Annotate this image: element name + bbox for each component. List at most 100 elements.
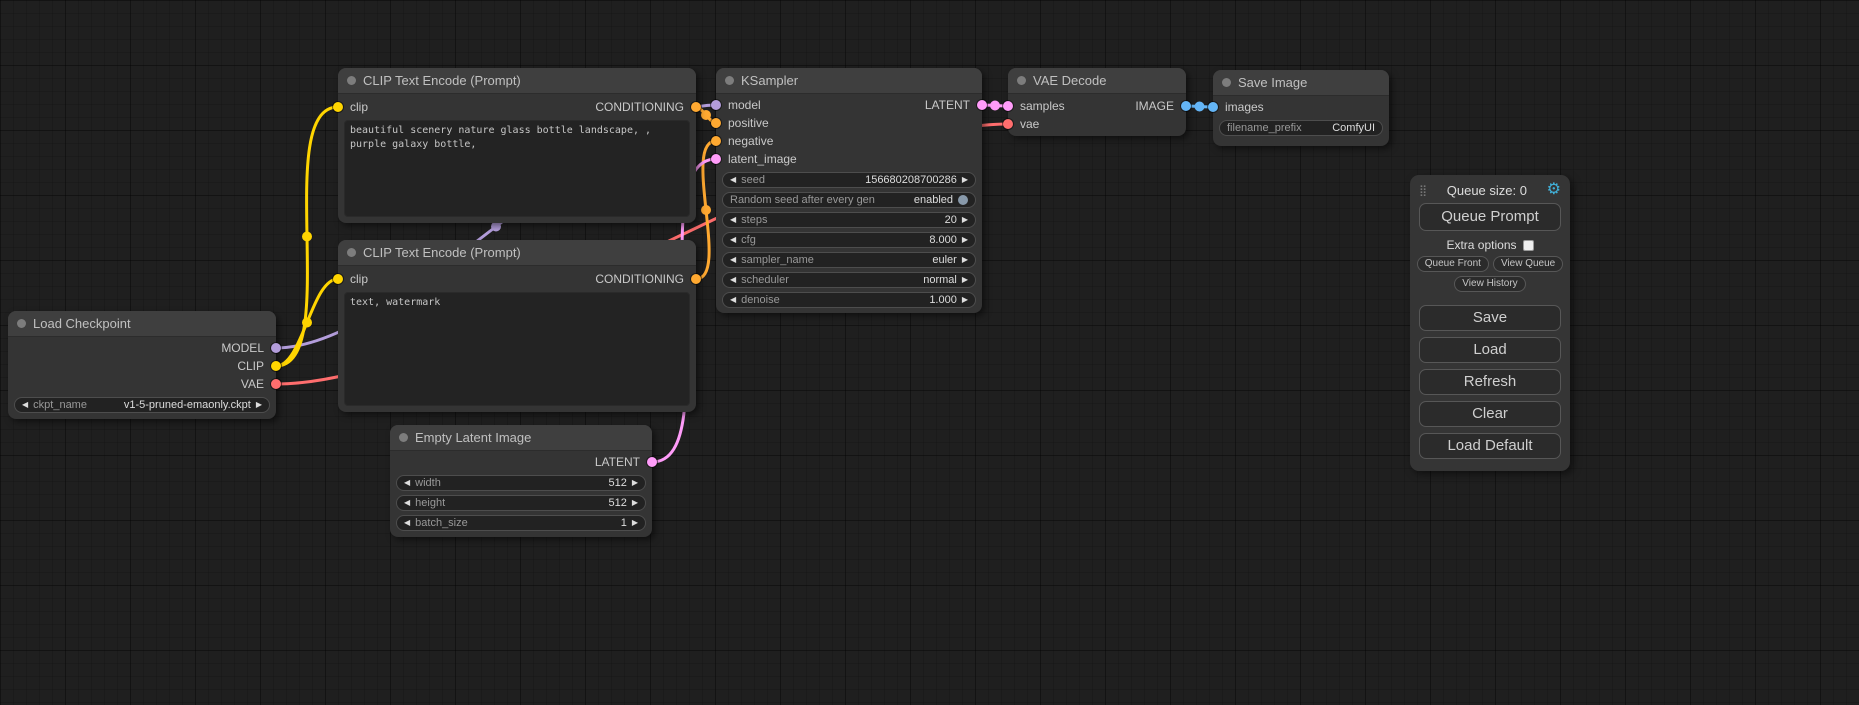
node-title-bar[interactable]: Empty Latent Image	[390, 425, 652, 451]
height-widget[interactable]: ◀ height 512 ▶	[396, 495, 646, 511]
drag-handle-icon[interactable]: ⣿	[1419, 184, 1427, 197]
negative-input-port[interactable]	[711, 136, 721, 146]
widget-label: height	[415, 497, 445, 509]
output-slot-label: LATENT	[595, 455, 640, 469]
increment-arrow-icon[interactable]: ▶	[962, 216, 968, 224]
decrement-arrow-icon[interactable]: ◀	[730, 216, 736, 224]
widget-value: 20	[772, 214, 956, 226]
cfg-widget[interactable]: ◀ cfg 8.000 ▶	[722, 232, 976, 248]
node-empty-latent-image[interactable]: Empty Latent Image LATENT ◀ width 512 ▶ …	[390, 425, 652, 537]
collapse-dot[interactable]	[1222, 78, 1231, 87]
node-save-image[interactable]: Save Image images filename_prefix ComfyU…	[1213, 70, 1389, 146]
view-history-button[interactable]: View History	[1454, 276, 1525, 292]
latent-image-input-port[interactable]	[711, 154, 721, 164]
increment-arrow-icon[interactable]: ▶	[632, 479, 638, 487]
increment-arrow-icon[interactable]: ▶	[256, 401, 262, 409]
decrement-arrow-icon[interactable]: ◀	[404, 519, 410, 527]
latent-output-port[interactable]	[647, 457, 657, 467]
node-title-bar[interactable]: CLIP Text Encode (Prompt)	[338, 68, 696, 94]
positive-input-port[interactable]	[711, 118, 721, 128]
node-load-checkpoint[interactable]: Load Checkpoint MODEL CLIP VAE ◀ ckpt_na…	[8, 311, 276, 419]
positive-prompt-textarea[interactable]: beautiful scenery nature glass bottle la…	[344, 120, 690, 217]
decrement-arrow-icon[interactable]: ◀	[730, 176, 736, 184]
sampler-name-widget[interactable]: ◀ sampler_name euler ▶	[722, 252, 976, 268]
input-slot-label: clip	[350, 100, 368, 114]
images-input-port[interactable]	[1208, 102, 1218, 112]
steps-widget[interactable]: ◀ steps 20 ▶	[722, 212, 976, 228]
node-title: VAE Decode	[1033, 73, 1106, 88]
collapse-dot[interactable]	[1017, 76, 1026, 85]
increment-arrow-icon[interactable]: ▶	[962, 256, 968, 264]
decrement-arrow-icon[interactable]: ◀	[730, 276, 736, 284]
refresh-button[interactable]: Refresh	[1419, 369, 1561, 395]
slot-row: model LATENT	[716, 96, 982, 114]
batch-size-widget[interactable]: ◀ batch_size 1 ▶	[396, 515, 646, 531]
settings-gear-icon[interactable]: ⚙	[1547, 182, 1561, 198]
ckpt-name-widget[interactable]: ◀ ckpt_name v1-5-pruned-emaonly.ckpt ▶	[14, 397, 270, 413]
decrement-arrow-icon[interactable]: ◀	[404, 479, 410, 487]
load-button[interactable]: Load	[1419, 337, 1561, 363]
increment-arrow-icon[interactable]: ▶	[632, 519, 638, 527]
increment-arrow-icon[interactable]: ▶	[962, 276, 968, 284]
conditioning-output-port[interactable]	[691, 102, 701, 112]
collapse-dot[interactable]	[347, 248, 356, 257]
denoise-widget[interactable]: ◀ denoise 1.000 ▶	[722, 292, 976, 308]
decrement-arrow-icon[interactable]: ◀	[22, 401, 28, 409]
widget-label: steps	[741, 214, 767, 226]
extra-options-checkbox[interactable]	[1523, 240, 1534, 251]
output-slot-label: CONDITIONING	[595, 100, 684, 114]
load-default-button[interactable]: Load Default	[1419, 433, 1561, 459]
graph-canvas[interactable]: Load Checkpoint MODEL CLIP VAE ◀ ckpt_na…	[0, 0, 1859, 705]
decrement-arrow-icon[interactable]: ◀	[404, 499, 410, 507]
filename-prefix-widget[interactable]: filename_prefix ComfyUI	[1219, 120, 1383, 136]
width-widget[interactable]: ◀ width 512 ▶	[396, 475, 646, 491]
queue-prompt-button[interactable]: Queue Prompt	[1419, 203, 1561, 231]
node-ksampler[interactable]: KSampler model LATENT positive negative …	[716, 68, 982, 313]
collapse-dot[interactable]	[725, 76, 734, 85]
vae-input-port[interactable]	[1003, 119, 1013, 129]
image-output-port[interactable]	[1181, 101, 1191, 111]
node-title-bar[interactable]: Save Image	[1213, 70, 1389, 96]
clip-input-port[interactable]	[333, 102, 343, 112]
toggle-dot-icon[interactable]	[958, 195, 968, 205]
queue-front-button[interactable]: Queue Front	[1417, 256, 1489, 272]
node-title: CLIP Text Encode (Prompt)	[363, 245, 521, 260]
collapse-dot[interactable]	[399, 433, 408, 442]
save-button[interactable]: Save	[1419, 305, 1561, 331]
vae-output-port[interactable]	[271, 379, 281, 389]
node-title-bar[interactable]: KSampler	[716, 68, 982, 94]
node-clip-text-encode-negative[interactable]: CLIP Text Encode (Prompt) clip CONDITION…	[338, 240, 696, 412]
clip-input-port[interactable]	[333, 274, 343, 284]
collapse-dot[interactable]	[347, 76, 356, 85]
widget-label: scheduler	[741, 274, 789, 286]
clip-output-port[interactable]	[271, 361, 281, 371]
widget-value: 8.000	[761, 234, 957, 246]
clear-button[interactable]: Clear	[1419, 401, 1561, 427]
latent-output-port[interactable]	[977, 100, 987, 110]
random-seed-toggle-widget[interactable]: Random seed after every gen enabled	[722, 192, 976, 208]
model-output-port[interactable]	[271, 343, 281, 353]
view-queue-button[interactable]: View Queue	[1493, 256, 1563, 272]
conditioning-output-port[interactable]	[691, 274, 701, 284]
samples-input-port[interactable]	[1003, 101, 1013, 111]
node-title-bar[interactable]: CLIP Text Encode (Prompt)	[338, 240, 696, 266]
seed-widget[interactable]: ◀ seed 156680208700286 ▶	[722, 172, 976, 188]
increment-arrow-icon[interactable]: ▶	[632, 499, 638, 507]
model-input-port[interactable]	[711, 100, 721, 110]
negative-prompt-textarea[interactable]: text, watermark	[344, 292, 690, 406]
node-title-bar[interactable]: Load Checkpoint	[8, 311, 276, 337]
node-title-bar[interactable]: VAE Decode	[1008, 68, 1186, 94]
scheduler-widget[interactable]: ◀ scheduler normal ▶	[722, 272, 976, 288]
increment-arrow-icon[interactable]: ▶	[962, 296, 968, 304]
collapse-dot[interactable]	[17, 319, 26, 328]
increment-arrow-icon[interactable]: ▶	[962, 236, 968, 244]
decrement-arrow-icon[interactable]: ◀	[730, 236, 736, 244]
slot-row: negative	[716, 132, 982, 150]
widget-value: 1	[473, 517, 627, 529]
node-vae-decode[interactable]: VAE Decode samples IMAGE vae	[1008, 68, 1186, 136]
widget-value: normal	[794, 274, 957, 286]
increment-arrow-icon[interactable]: ▶	[962, 176, 968, 184]
node-clip-text-encode-positive[interactable]: CLIP Text Encode (Prompt) clip CONDITION…	[338, 68, 696, 223]
decrement-arrow-icon[interactable]: ◀	[730, 296, 736, 304]
decrement-arrow-icon[interactable]: ◀	[730, 256, 736, 264]
